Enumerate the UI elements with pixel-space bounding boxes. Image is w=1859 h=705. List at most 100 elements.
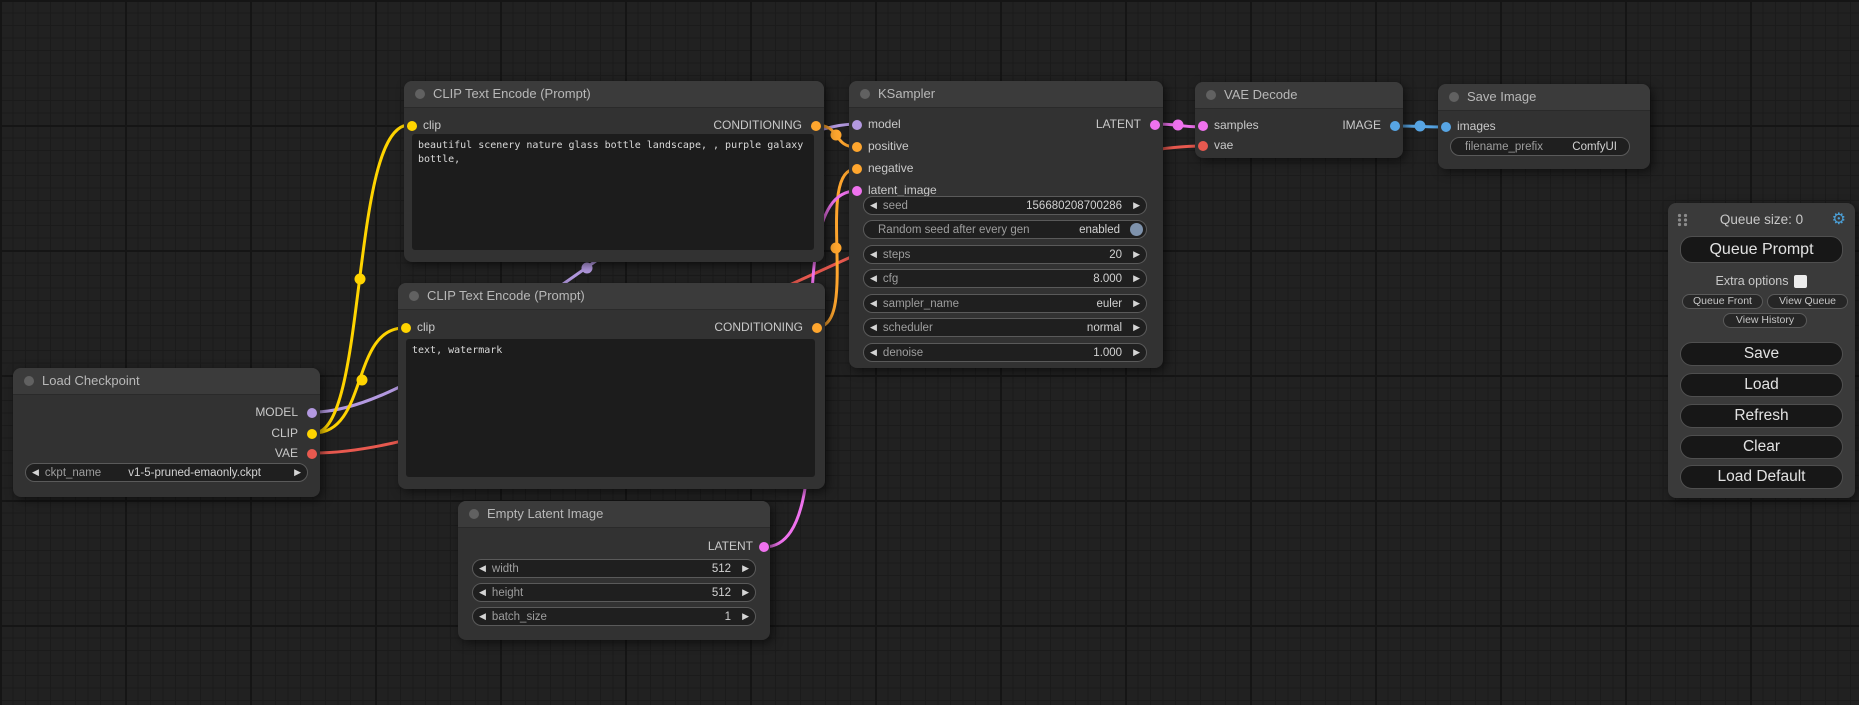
cfg-widget[interactable]: ◀ cfg 8.000 ▶ [863, 269, 1147, 288]
load-default-button[interactable]: Load Default [1680, 465, 1843, 489]
node-clip-text-encode-negative[interactable]: CLIP Text Encode (Prompt) clip CONDITION… [398, 283, 825, 489]
images-input-port[interactable] [1441, 122, 1451, 132]
node-ksampler[interactable]: KSampler model LATENT positive negative … [849, 81, 1163, 368]
width-widget[interactable]: ◀ width 512 ▶ [472, 559, 756, 578]
node-titlebar[interactable]: VAE Decode [1195, 82, 1403, 109]
widget-label: width [492, 563, 519, 575]
decrement-arrow-icon[interactable]: ◀ [473, 584, 492, 601]
decrement-arrow-icon[interactable]: ◀ [864, 295, 883, 312]
node-save-image[interactable]: Save Image images filename_prefix ComfyU… [1438, 84, 1650, 169]
increment-arrow-icon[interactable]: ▶ [1127, 246, 1146, 263]
conditioning-output-port[interactable] [811, 121, 821, 131]
view-history-button[interactable]: View History [1723, 313, 1807, 328]
prompt-text-input[interactable]: beautiful scenery nature glass bottle la… [412, 134, 814, 250]
node-clip-text-encode-positive[interactable]: CLIP Text Encode (Prompt) clip CONDITION… [404, 81, 824, 262]
node-titlebar[interactable]: CLIP Text Encode (Prompt) [398, 283, 825, 310]
decrement-arrow-icon[interactable]: ◀ [864, 197, 883, 214]
node-graph-canvas[interactable]: Load Checkpoint MODEL CLIP VAE ◀ ckpt_na… [0, 0, 1859, 705]
widget-value: 512 [523, 587, 736, 599]
increment-arrow-icon[interactable]: ▶ [1127, 270, 1146, 287]
extra-options-checkbox[interactable] [1794, 275, 1807, 288]
increment-arrow-icon[interactable]: ▶ [736, 584, 755, 601]
increment-arrow-icon[interactable]: ▶ [736, 560, 755, 577]
decrement-arrow-icon[interactable]: ◀ [26, 464, 45, 481]
clip-input-port[interactable] [407, 121, 417, 131]
output-label: LATENT [1096, 114, 1141, 135]
decrement-arrow-icon[interactable]: ◀ [473, 608, 492, 625]
height-widget[interactable]: ◀ height 512 ▶ [472, 583, 756, 602]
node-empty-latent-image[interactable]: Empty Latent Image LATENT ◀ width 512 ▶ … [458, 501, 770, 640]
steps-widget[interactable]: ◀ steps 20 ▶ [863, 245, 1147, 264]
input-label: images [1457, 116, 1496, 137]
gear-icon[interactable]: ⚙ [1832, 210, 1846, 230]
output-label: CLIP [271, 423, 298, 444]
increment-arrow-icon[interactable]: ▶ [1127, 319, 1146, 336]
scheduler-widget[interactable]: ◀ scheduler normal ▶ [863, 318, 1147, 337]
collapse-dot-icon[interactable] [415, 89, 425, 99]
queue-front-button[interactable]: Queue Front [1682, 294, 1763, 309]
widget-label: seed [883, 200, 908, 212]
widget-label: Random seed after every gen [864, 224, 1030, 236]
save-button[interactable]: Save [1680, 342, 1843, 366]
samples-input-port[interactable] [1198, 121, 1208, 131]
increment-arrow-icon[interactable]: ▶ [736, 608, 755, 625]
decrement-arrow-icon[interactable]: ◀ [864, 270, 883, 287]
decrement-arrow-icon[interactable]: ◀ [864, 319, 883, 336]
node-title: KSampler [878, 81, 935, 107]
collapse-dot-icon[interactable] [860, 89, 870, 99]
decrement-arrow-icon[interactable]: ◀ [473, 560, 492, 577]
increment-arrow-icon[interactable]: ▶ [288, 464, 307, 481]
link-midpoint-dot [1173, 120, 1184, 131]
increment-arrow-icon[interactable]: ▶ [1127, 295, 1146, 312]
node-titlebar[interactable]: KSampler [849, 81, 1163, 108]
batch-size-widget[interactable]: ◀ batch_size 1 ▶ [472, 607, 756, 626]
vae-output-port[interactable] [307, 449, 317, 459]
latent-image-input-port[interactable] [852, 186, 862, 196]
filename-prefix-widget[interactable]: filename_prefix ComfyUI [1450, 137, 1630, 156]
conditioning-output-port[interactable] [812, 323, 822, 333]
model-output-port[interactable] [307, 408, 317, 418]
random-seed-toggle-widget[interactable]: Random seed after every gen enabled [863, 220, 1147, 239]
ckpt-name-widget[interactable]: ◀ ckpt_name v1-5-pruned-emaonly.ckpt ▶ [25, 463, 308, 482]
toggle-indicator-icon[interactable] [1130, 223, 1143, 236]
model-input-port[interactable] [852, 120, 862, 130]
decrement-arrow-icon[interactable]: ◀ [864, 246, 883, 263]
view-queue-button[interactable]: View Queue [1767, 294, 1848, 309]
node-titlebar[interactable]: Empty Latent Image [458, 501, 770, 528]
node-load-checkpoint[interactable]: Load Checkpoint MODEL CLIP VAE ◀ ckpt_na… [13, 368, 320, 497]
image-output-port[interactable] [1390, 121, 1400, 131]
seed-widget[interactable]: ◀ seed 156680208700286 ▶ [863, 196, 1147, 215]
denoise-widget[interactable]: ◀ denoise 1.000 ▶ [863, 343, 1147, 362]
node-vae-decode[interactable]: VAE Decode samples IMAGE vae [1195, 82, 1403, 158]
decrement-arrow-icon[interactable]: ◀ [864, 344, 883, 361]
output-row: VAE [13, 443, 320, 464]
negative-input-port[interactable] [852, 164, 862, 174]
output-label: CONDITIONING [714, 317, 803, 338]
clear-button[interactable]: Clear [1680, 435, 1843, 459]
latent-output-port[interactable] [759, 542, 769, 552]
positive-input-port[interactable] [852, 142, 862, 152]
latent-output-port[interactable] [1150, 120, 1160, 130]
collapse-dot-icon[interactable] [24, 376, 34, 386]
node-title: VAE Decode [1224, 82, 1297, 108]
collapse-dot-icon[interactable] [409, 291, 419, 301]
increment-arrow-icon[interactable]: ▶ [1127, 344, 1146, 361]
node-titlebar[interactable]: Load Checkpoint [13, 368, 320, 395]
refresh-button[interactable]: Refresh [1680, 404, 1843, 428]
collapse-dot-icon[interactable] [1449, 92, 1459, 102]
clip-input-port[interactable] [401, 323, 411, 333]
load-button[interactable]: Load [1680, 373, 1843, 397]
sampler-name-widget[interactable]: ◀ sampler_name euler ▶ [863, 294, 1147, 313]
collapse-dot-icon[interactable] [1206, 90, 1216, 100]
queue-prompt-button[interactable]: Queue Prompt [1680, 236, 1843, 263]
increment-arrow-icon[interactable]: ▶ [1127, 197, 1146, 214]
clip-output-port[interactable] [307, 429, 317, 439]
widget-label: batch_size [492, 611, 547, 623]
collapse-dot-icon[interactable] [469, 509, 479, 519]
node-titlebar[interactable]: CLIP Text Encode (Prompt) [404, 81, 824, 108]
node-titlebar[interactable]: Save Image [1438, 84, 1650, 111]
prompt-text-input[interactable]: text, watermark [406, 339, 815, 477]
node-title: Save Image [1467, 84, 1536, 110]
vae-input-port[interactable] [1198, 141, 1208, 151]
widget-label: ckpt_name [45, 467, 101, 479]
